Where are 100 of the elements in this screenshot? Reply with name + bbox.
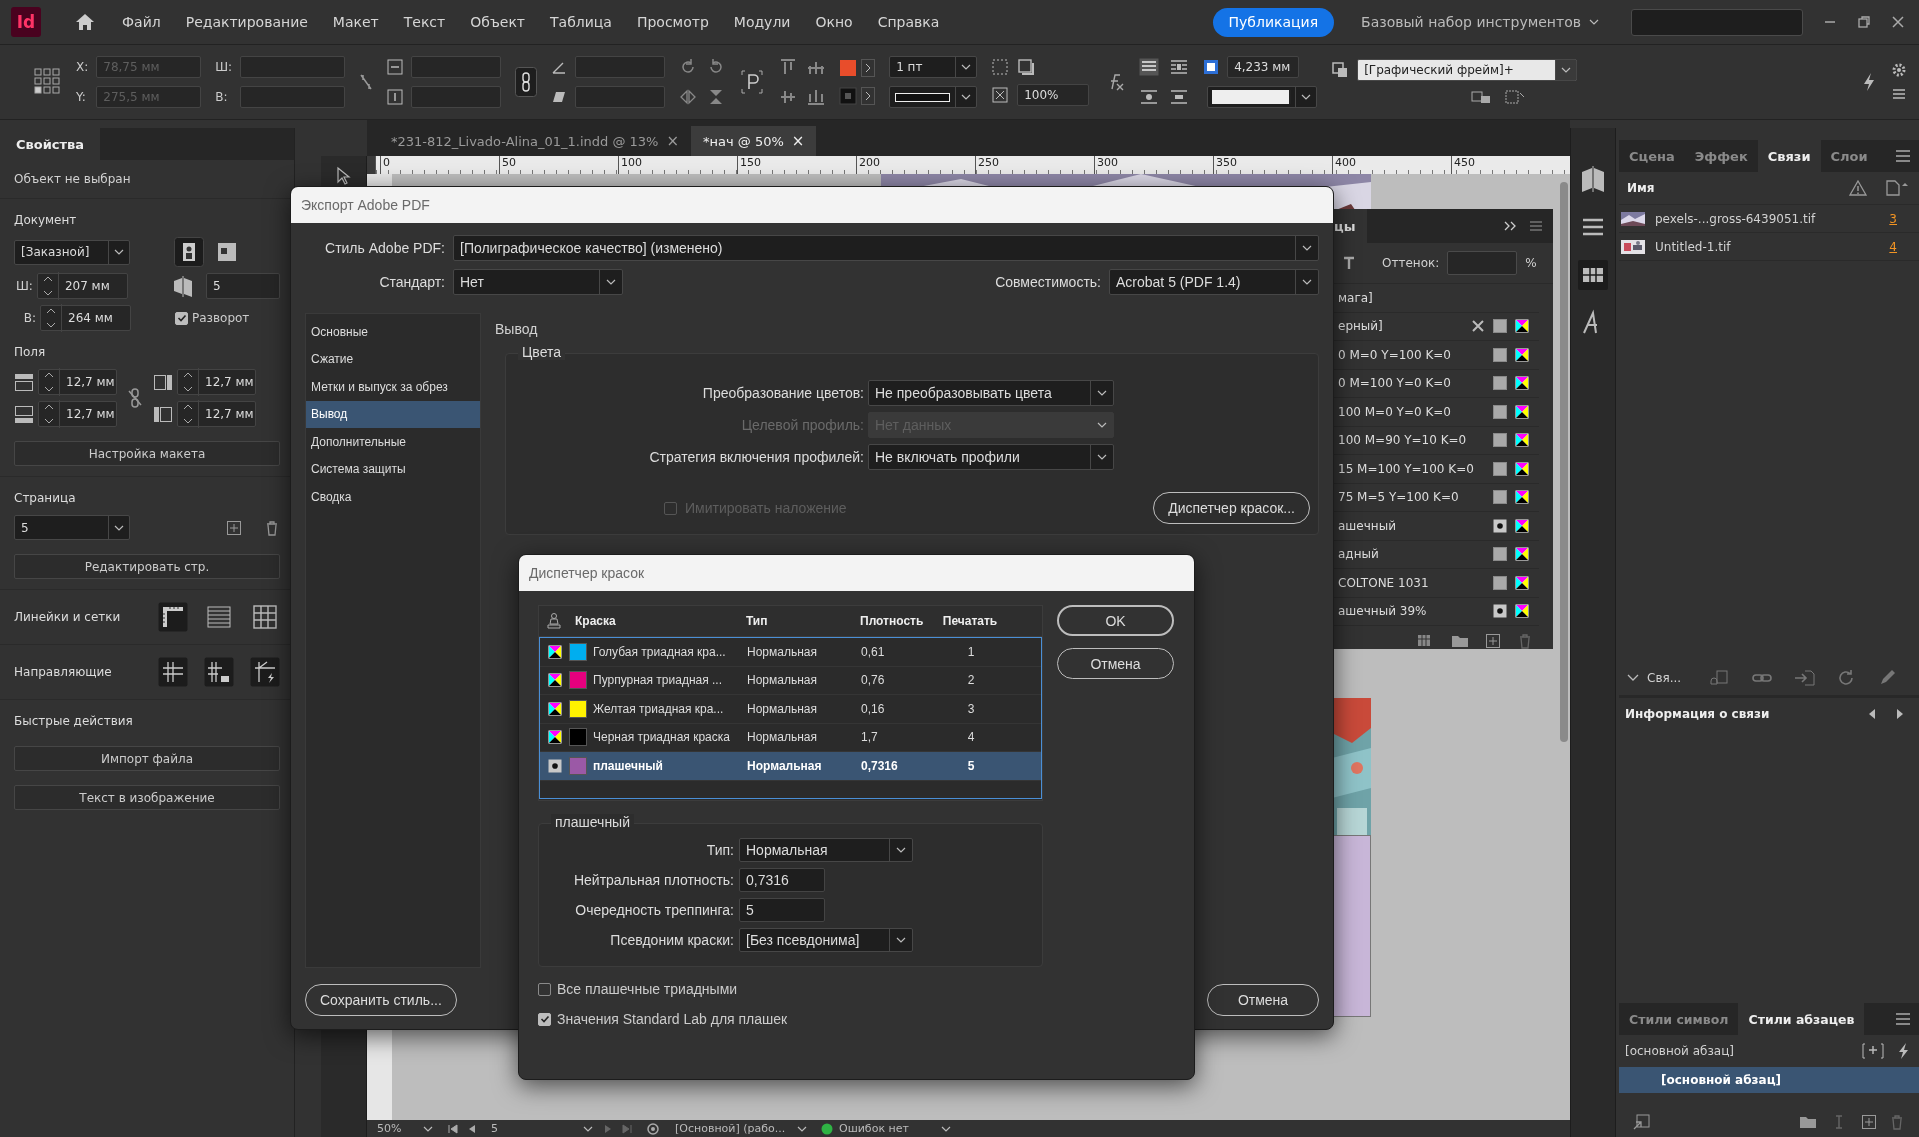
category-item[interactable]: Сводка	[306, 483, 480, 511]
unit-label: %	[1525, 256, 1537, 270]
menu-item[interactable]: Справка	[877, 14, 940, 30]
document-tab[interactable]: *нач @ 50% ×	[691, 126, 817, 156]
field-label: Y:	[76, 90, 87, 104]
panel-tab[interactable]: Сцена	[1619, 140, 1685, 172]
category-item[interactable]: Метки и выпуск за обрез	[306, 373, 480, 401]
panel-tab[interactable]: Свойства	[0, 128, 101, 160]
table-cell-text: 1,7	[860, 730, 879, 745]
category-item[interactable]: Вывод	[306, 400, 480, 428]
object-style-dropdown[interactable]: [Графический фрейм]+	[1357, 59, 1578, 81]
category-item[interactable]: Основные	[306, 318, 480, 346]
menu-item[interactable]: Просмотр	[636, 14, 709, 30]
field-label: Очередность треппинга:	[574, 902, 734, 918]
preset-dropdown[interactable]: [Полиграфическое качество] (изменено)	[453, 235, 1319, 261]
stroke-weight-dropdown[interactable]: 1 пт	[889, 56, 978, 78]
layout-button[interactable]: Настройка макета	[14, 441, 280, 466]
column-header: Тип	[745, 614, 769, 628]
preset-dropdown[interactable]: [Заказной]	[14, 239, 130, 265]
publish-button[interactable]: Публикация	[1212, 7, 1335, 37]
ink-name: Голубая триадная кра...	[593, 644, 726, 659]
menu-item[interactable]: Модули	[733, 14, 791, 30]
category-item[interactable]: Сжатие	[306, 345, 480, 373]
panel-tab[interactable]: Эффек	[1684, 140, 1758, 172]
ink-value-field[interactable]: 0,7316	[739, 868, 825, 892]
link-row[interactable]: Untitled-1.tif 4	[1619, 233, 1919, 261]
page-link[interactable]: 3	[1889, 211, 1897, 226]
ok-button[interactable]: OK	[1057, 605, 1174, 636]
menu-item[interactable]: Редактирование	[185, 14, 308, 30]
table-cell-text: Нормальная	[746, 758, 823, 773]
page-link[interactable]: 4	[1889, 239, 1897, 254]
table-cell-text: Нормальная	[746, 673, 818, 688]
section-heading: Быстрые действия	[14, 714, 134, 728]
style-dropdown[interactable]: [Основной] (рабо...	[669, 1121, 809, 1136]
table-cell-text: 0,76	[860, 673, 886, 688]
document-tab[interactable]: *231-812_Livado-Alina_01_1.indd @ 13% ×	[379, 126, 692, 156]
dialog-title: Экспорт Adobe PDF	[291, 187, 1333, 223]
field-label: X:	[76, 60, 89, 74]
field-label: Ш:	[15, 279, 33, 293]
ink-option-dropdown[interactable]: Нормальная	[739, 838, 913, 862]
ink-row[interactable]: Пурпурная триадная ... Нормальная 0,76 2	[540, 666, 1041, 695]
menu-item[interactable]: Окно	[815, 14, 853, 30]
menu-item[interactable]: Текст	[403, 14, 446, 30]
ink-value-field[interactable]: 5	[739, 898, 825, 922]
close-icon[interactable]: ×	[666, 132, 680, 150]
workspace-dropdown[interactable]: Базовый набор инструментов	[1361, 14, 1599, 30]
field-label: Стиль Adobe PDF:	[324, 240, 445, 256]
color-option-dropdown[interactable]: Не преобразовывать цвета	[868, 380, 1114, 406]
table-cell-text: 3	[966, 701, 976, 716]
panel-tab[interactable]: цы	[1332, 209, 1368, 243]
group-title: Цвета	[518, 344, 565, 360]
ink-row[interactable]: Желтая триадная кра... Нормальная 0,16 3	[540, 695, 1041, 724]
edit-page-button[interactable]: Редактировать стр.	[14, 554, 280, 579]
column-header: Печатать	[941, 614, 999, 628]
ink-option-dropdown[interactable]: [Без псевдонима]	[739, 928, 913, 952]
offset-field[interactable]: 4,233 мм	[1227, 56, 1300, 78]
section-heading: Информация о связи	[1625, 707, 1770, 721]
ink-name: Пурпурная триадная ...	[593, 673, 723, 688]
action-button[interactable]: Импорт файла	[14, 746, 280, 771]
checkbox-label: Все плашечные триадными	[557, 981, 738, 997]
section-heading: Свя...	[1647, 671, 1682, 685]
file-name: Untitled-1.tif	[1655, 239, 1731, 254]
menu-item[interactable]: Таблица	[550, 14, 612, 30]
category-item[interactable]: Система защиты	[306, 455, 480, 483]
page-number-dropdown[interactable]: 5	[485, 1121, 595, 1136]
panel-tab[interactable]: Слои	[1820, 140, 1878, 172]
preflight-dropdown[interactable]: Ошибок нет	[833, 1121, 953, 1136]
ink-row[interactable]: Голубая триадная кра... Нормальная 0,61 1	[540, 638, 1041, 667]
field-label: Оттенок:	[1382, 256, 1440, 270]
close-icon[interactable]: ×	[791, 132, 805, 150]
opacity-field[interactable]: 100%	[1017, 84, 1090, 106]
table-cell-text: 0,16	[860, 701, 886, 716]
pages-field[interactable]: 5	[205, 273, 280, 299]
field-label: Ш:	[215, 60, 233, 74]
panel-tab[interactable]: Связи	[1757, 140, 1821, 172]
section-heading: Страница	[14, 491, 77, 505]
page-dropdown[interactable]: 5	[14, 515, 130, 540]
ink-row[interactable]: плашечный Нормальная 0,7316 5	[540, 752, 1041, 781]
ink-name: Черная триадная краска	[593, 730, 730, 745]
standard-dropdown[interactable]: Нет	[453, 269, 623, 295]
field-label: Псевдоним краски:	[609, 932, 734, 948]
menu-item[interactable]: Объект	[470, 14, 525, 30]
compatibility-dropdown[interactable]: Acrobat 5 (PDF 1.4)	[1109, 269, 1319, 295]
table-cell-text: 4	[966, 730, 976, 745]
category-item[interactable]: Дополнительные	[306, 428, 480, 456]
table-cell-text: 1	[966, 644, 976, 659]
link-row[interactable]: pexels-...gross-6439051.tif 3	[1619, 205, 1919, 233]
menu-item[interactable]: Файл	[122, 14, 161, 30]
field-label: Целевой профиль:	[740, 417, 864, 433]
action-button[interactable]: Текст в изображение	[14, 785, 280, 810]
color-option-dropdown[interactable]: Не включать профили	[868, 444, 1114, 470]
menu-item[interactable]: Макет	[332, 14, 379, 30]
app-logo[interactable]: Id	[11, 7, 41, 37]
panel-tab[interactable]: Стили символ	[1619, 1003, 1739, 1035]
zoom-dropdown[interactable]: 50%	[371, 1121, 435, 1136]
panel-tab[interactable]: Стили абзацев	[1738, 1003, 1865, 1035]
ink-name: плашечный	[593, 758, 663, 773]
section-heading: Линейки и сетки	[14, 610, 121, 624]
style-item[interactable]: [основной абзац]	[1619, 1067, 1919, 1093]
section-heading: Документ	[14, 213, 78, 227]
